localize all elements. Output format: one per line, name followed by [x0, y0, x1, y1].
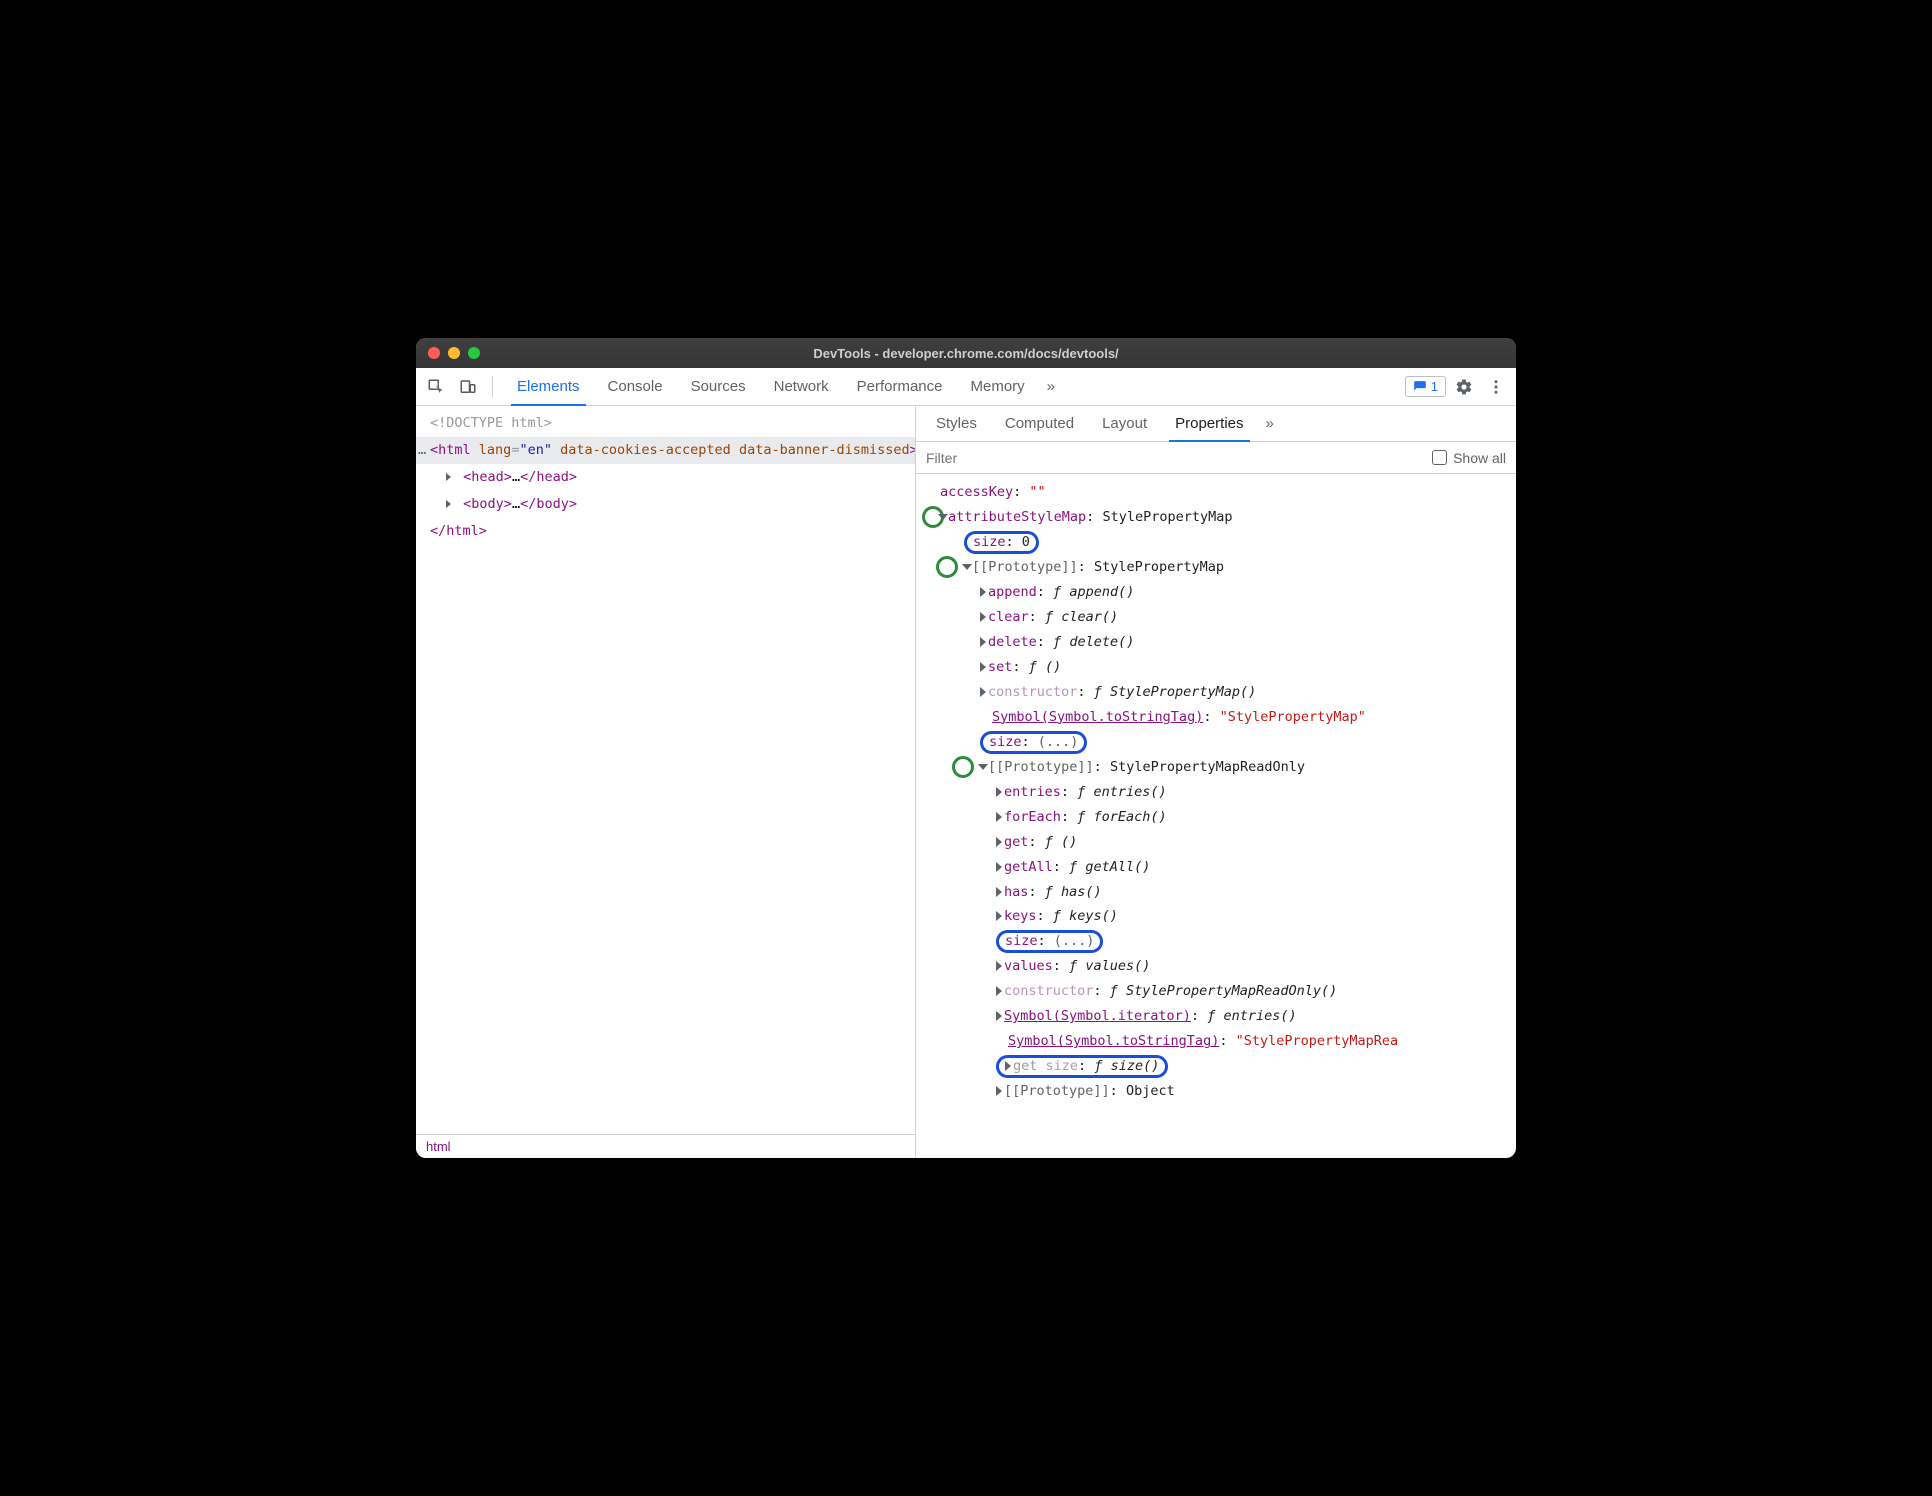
- highlight-circle-icon: [936, 556, 958, 578]
- devtools-window: DevTools - developer.chrome.com/docs/dev…: [416, 338, 1516, 1158]
- highlight-ring: size: 0: [964, 531, 1039, 554]
- sidebar-pane: Styles Computed Layout Properties » Show…: [916, 406, 1516, 1158]
- prop-size-0[interactable]: size: 0: [924, 530, 1508, 555]
- collapse-icon[interactable]: [978, 764, 988, 770]
- expand-icon[interactable]: [996, 1086, 1002, 1096]
- tab-elements[interactable]: Elements: [503, 368, 594, 405]
- expand-icon[interactable]: [980, 612, 986, 622]
- subtab-properties[interactable]: Properties: [1161, 406, 1257, 441]
- expand-icon[interactable]: [996, 812, 1002, 822]
- expand-icon[interactable]: [996, 887, 1002, 897]
- filter-bar: Show all: [916, 442, 1516, 474]
- prop-attributestylemap[interactable]: attributeStyleMap: StylePropertyMap: [924, 505, 1508, 530]
- prop-append[interactable]: append: ƒ append(): [924, 580, 1508, 605]
- issues-count: 1: [1431, 379, 1438, 394]
- expand-icon[interactable]: [996, 787, 1002, 797]
- highlight-ring: get size: ƒ size(): [996, 1055, 1168, 1078]
- prop-getall[interactable]: getAll: ƒ getAll(): [924, 855, 1508, 880]
- subtab-layout[interactable]: Layout: [1088, 406, 1161, 441]
- prop-symbol-tostringtag-1[interactable]: Symbol(Symbol.toStringTag): "StyleProper…: [924, 705, 1508, 730]
- prop-has[interactable]: has: ƒ has(): [924, 880, 1508, 905]
- expand-icon[interactable]: [980, 637, 986, 647]
- dom-doctype[interactable]: <!DOCTYPE html>: [416, 410, 915, 437]
- prop-delete[interactable]: delete: ƒ delete(): [924, 630, 1508, 655]
- prop-foreach[interactable]: forEach: ƒ forEach(): [924, 805, 1508, 830]
- prop-size-ellipsis-1[interactable]: size: (...): [924, 730, 1508, 755]
- more-menu-icon[interactable]: [1482, 373, 1510, 401]
- tab-console[interactable]: Console: [594, 368, 677, 405]
- tabs-overflow-button[interactable]: »: [1039, 378, 1063, 395]
- highlight-ring: size: (...): [996, 930, 1103, 953]
- close-window-button[interactable]: [428, 347, 440, 359]
- main-tabs: Elements Console Sources Network Perform…: [503, 368, 1401, 405]
- sidebar-tabs: Styles Computed Layout Properties »: [916, 406, 1516, 442]
- collapse-icon[interactable]: [962, 564, 972, 570]
- main-toolbar: Elements Console Sources Network Perform…: [416, 368, 1516, 406]
- expand-icon[interactable]: [996, 911, 1002, 921]
- expand-icon[interactable]: [996, 961, 1002, 971]
- prop-symbol-iterator[interactable]: Symbol(Symbol.iterator): ƒ entries(): [924, 1004, 1508, 1029]
- prop-get[interactable]: get: ƒ (): [924, 830, 1508, 855]
- highlight-circle-icon: [952, 756, 974, 778]
- expand-icon[interactable]: [996, 837, 1002, 847]
- prop-clear[interactable]: clear: ƒ clear(): [924, 605, 1508, 630]
- prop-get-size[interactable]: get size: ƒ size(): [924, 1054, 1508, 1079]
- subtab-computed[interactable]: Computed: [991, 406, 1088, 441]
- show-all-toggle[interactable]: Show all: [1432, 450, 1506, 466]
- expand-icon[interactable]: [446, 500, 451, 508]
- toolbar-separator: [492, 376, 493, 398]
- prop-constructor-2[interactable]: constructor: ƒ StylePropertyMapReadOnly(…: [924, 979, 1508, 1004]
- breadcrumb[interactable]: html: [416, 1134, 915, 1158]
- prop-size-ellipsis-2[interactable]: size: (...): [924, 929, 1508, 954]
- dom-head-element[interactable]: <head>…</head>: [416, 464, 915, 491]
- dom-tree[interactable]: <!DOCTYPE html> … <html lang="en" data-c…: [416, 406, 915, 1134]
- prop-constructor-1[interactable]: constructor: ƒ StylePropertyMap(): [924, 680, 1508, 705]
- dom-html-element[interactable]: … <html lang="en" data-cookies-accepted …: [416, 437, 915, 464]
- issues-badge[interactable]: 1: [1405, 376, 1446, 397]
- prop-keys[interactable]: keys: ƒ keys(): [924, 904, 1508, 929]
- inspect-element-icon[interactable]: [422, 373, 450, 401]
- prop-values[interactable]: values: ƒ values(): [924, 954, 1508, 979]
- prop-accesskey[interactable]: accessKey: "": [924, 480, 1508, 505]
- tab-memory[interactable]: Memory: [957, 368, 1039, 405]
- expand-icon[interactable]: [980, 687, 986, 697]
- breadcrumb-item[interactable]: html: [426, 1139, 451, 1154]
- tab-performance[interactable]: Performance: [843, 368, 957, 405]
- elements-pane: <!DOCTYPE html> … <html lang="en" data-c…: [416, 406, 916, 1158]
- settings-gear-icon[interactable]: [1450, 373, 1478, 401]
- tab-network[interactable]: Network: [760, 368, 843, 405]
- expand-icon[interactable]: [996, 862, 1002, 872]
- prop-prototype-3[interactable]: [[Prototype]]: Object: [924, 1079, 1508, 1104]
- expand-icon[interactable]: [996, 986, 1002, 996]
- highlight-ring: size: (...): [980, 731, 1087, 754]
- filter-input[interactable]: [926, 450, 1422, 466]
- traffic-lights: [428, 347, 480, 359]
- dom-body-element[interactable]: <body>…</body>: [416, 491, 915, 518]
- expand-icon[interactable]: [980, 662, 986, 672]
- properties-tree[interactable]: accessKey: "" attributeStyleMap: StylePr…: [916, 474, 1516, 1158]
- maximize-window-button[interactable]: [468, 347, 480, 359]
- dom-html-close[interactable]: </html>: [416, 518, 915, 545]
- prop-entries[interactable]: entries: ƒ entries(): [924, 780, 1508, 805]
- device-toggle-icon[interactable]: [454, 373, 482, 401]
- prop-symbol-tostringtag-2[interactable]: Symbol(Symbol.toStringTag): "StyleProper…: [924, 1029, 1508, 1054]
- expand-icon[interactable]: [996, 1011, 1002, 1021]
- prop-prototype-1[interactable]: [[Prototype]]: StylePropertyMap: [924, 555, 1508, 580]
- tab-sources[interactable]: Sources: [677, 368, 760, 405]
- prop-set[interactable]: set: ƒ (): [924, 655, 1508, 680]
- prop-prototype-2[interactable]: [[Prototype]]: StylePropertyMapReadOnly: [924, 755, 1508, 780]
- collapse-icon[interactable]: [938, 514, 948, 520]
- expand-icon[interactable]: [980, 587, 986, 597]
- content-split: <!DOCTYPE html> … <html lang="en" data-c…: [416, 406, 1516, 1158]
- expand-icon[interactable]: [1005, 1061, 1011, 1071]
- show-all-label: Show all: [1453, 450, 1506, 466]
- minimize-window-button[interactable]: [448, 347, 460, 359]
- titlebar: DevTools - developer.chrome.com/docs/dev…: [416, 338, 1516, 368]
- checkbox-icon[interactable]: [1432, 450, 1447, 465]
- window-title: DevTools - developer.chrome.com/docs/dev…: [416, 346, 1516, 361]
- subtabs-overflow-button[interactable]: »: [1258, 415, 1282, 432]
- subtab-styles[interactable]: Styles: [922, 406, 991, 441]
- expand-icon[interactable]: [446, 473, 451, 481]
